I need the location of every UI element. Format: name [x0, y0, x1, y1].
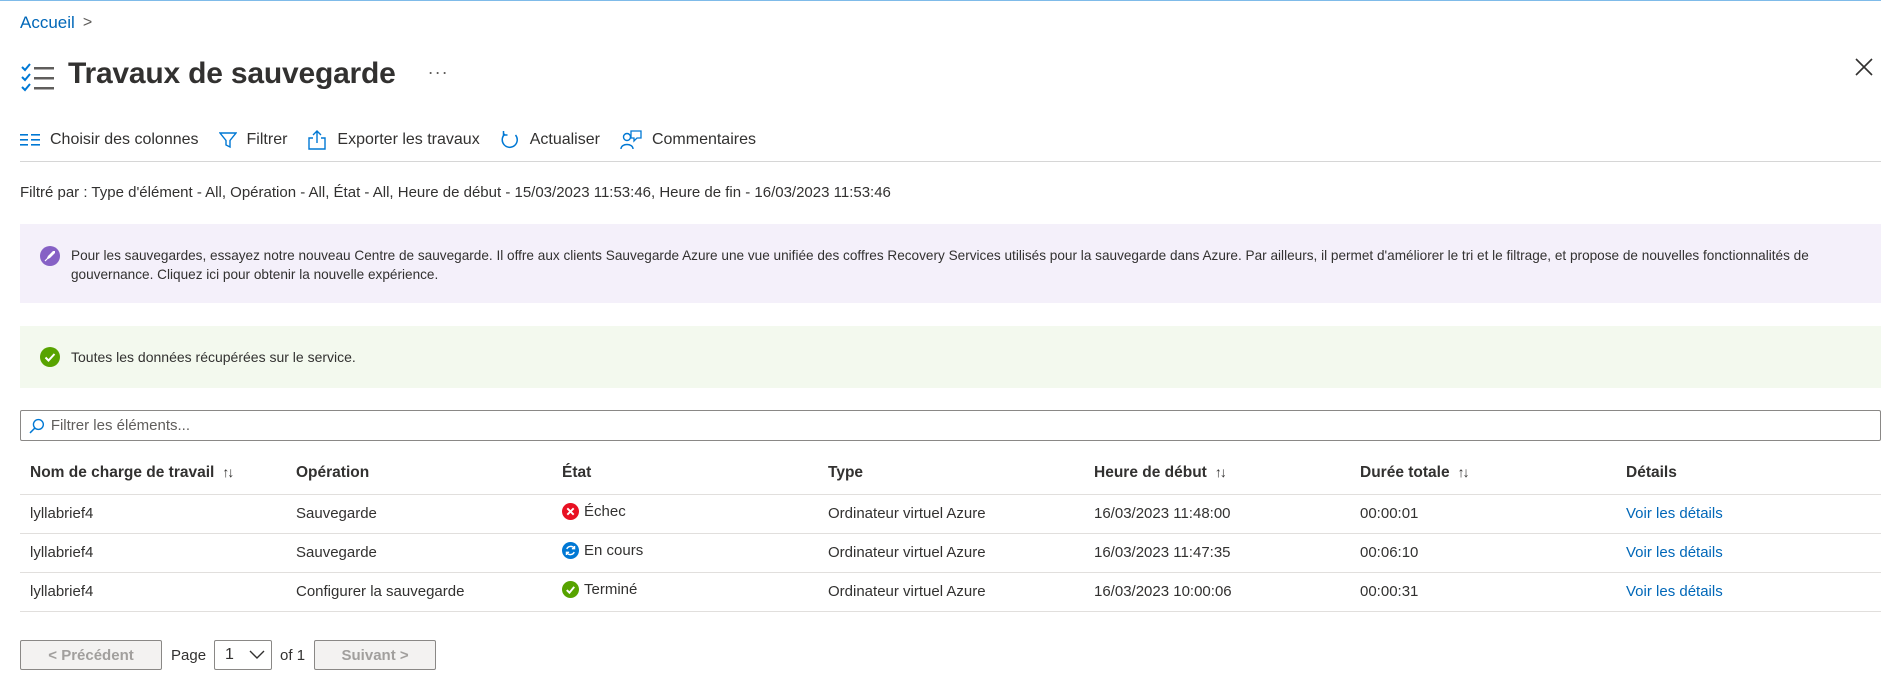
- table-row[interactable]: lyllabrief4 Configurer la sauvegarde Ter…: [20, 572, 1881, 612]
- status-banner: Toutes les données récupérées sur le ser…: [20, 326, 1881, 388]
- breadcrumb: Accueil >: [20, 13, 92, 33]
- columns-icon: [20, 134, 40, 146]
- operation-cell: Sauvegarde: [286, 494, 552, 534]
- close-icon: [1855, 58, 1873, 76]
- breadcrumb-separator: >: [82, 14, 93, 31]
- workload-cell: lyllabrief4: [20, 533, 286, 573]
- status-text: En cours: [584, 542, 644, 559]
- column-header-details: Détails: [1616, 452, 1881, 495]
- feedback-label: Commentaires: [651, 131, 756, 148]
- workload-cell: lyllabrief4: [20, 494, 286, 534]
- refresh-button[interactable]: Actualiser: [500, 130, 600, 150]
- sort-icon[interactable]: ↑↓: [1458, 464, 1470, 480]
- column-header-workload[interactable]: Nom de charge de travail ↑↓: [20, 452, 286, 495]
- filter-summary: Filtré par : Type d'élément - All, Opéra…: [20, 184, 891, 201]
- column-header-status: État: [552, 452, 818, 495]
- duration-cell: 00:00:31: [1350, 572, 1616, 612]
- column-header-start-time[interactable]: Heure de début ↑↓: [1084, 452, 1350, 495]
- page-select[interactable]: 1: [214, 640, 273, 670]
- status-banner-text: Toutes les données récupérées sur le ser…: [71, 349, 356, 365]
- operation-cell: Sauvegarde: [286, 533, 552, 573]
- filter-icon: [218, 132, 237, 149]
- start-time-cell: 16/03/2023 11:47:35: [1084, 533, 1350, 573]
- page-title: Travaux de sauvegarde: [68, 57, 396, 90]
- operation-cell: Configurer la sauvegarde: [286, 572, 552, 612]
- filter-button[interactable]: Filtrer: [218, 131, 288, 149]
- view-details-link[interactable]: Voir les détails: [1626, 583, 1723, 600]
- rocket-icon: [40, 246, 60, 266]
- column-header-type: Type: [818, 452, 1084, 495]
- top-accent-line: [0, 0, 1881, 1]
- status-text: Terminé: [584, 581, 638, 598]
- pagination: < Précédent Page 1 of 1 Suivant >: [20, 640, 437, 670]
- filter-items-input[interactable]: [50, 417, 1880, 434]
- filter-label: Filtrer: [246, 131, 288, 148]
- feedback-button[interactable]: Commentaires: [620, 130, 756, 150]
- details-cell: Voir les détails: [1616, 494, 1881, 534]
- status-cell: En cours: [552, 533, 818, 573]
- status-text: Échec: [584, 503, 626, 520]
- table-header-row: Nom de charge de travail ↑↓ Opération Éta…: [20, 452, 1881, 495]
- details-cell: Voir les détails: [1616, 572, 1881, 612]
- export-icon: [308, 130, 327, 150]
- workload-cell: lyllabrief4: [20, 572, 286, 612]
- column-header-operation: Opération: [286, 452, 552, 495]
- sort-icon[interactable]: ↑↓: [1215, 464, 1227, 480]
- close-button[interactable]: [1849, 52, 1879, 82]
- sort-icon[interactable]: ↑↓: [222, 464, 234, 480]
- choose-columns-button[interactable]: Choisir des colonnes: [20, 131, 199, 149]
- chevron-down-icon: [249, 650, 265, 659]
- view-details-link[interactable]: Voir les détails: [1626, 505, 1723, 522]
- duration-cell: 00:06:10: [1350, 533, 1616, 573]
- table-row[interactable]: lyllabrief4 Sauvegarde En cours Ordinate…: [20, 533, 1881, 573]
- type-cell: Ordinateur virtuel Azure: [818, 572, 1084, 612]
- next-page-button[interactable]: Suivant >: [314, 640, 437, 670]
- type-cell: Ordinateur virtuel Azure: [818, 533, 1084, 573]
- feedback-icon: [620, 130, 642, 150]
- status-cell: Terminé: [552, 572, 818, 612]
- current-page-value: 1: [225, 646, 234, 663]
- duration-cell: 00:00:01: [1350, 494, 1616, 534]
- details-cell: Voir les détails: [1616, 533, 1881, 573]
- page-count: of 1: [280, 646, 306, 664]
- filter-items-search[interactable]: [20, 410, 1881, 441]
- backup-center-banner-text: Pour les sauvegardes, essayez notre nouv…: [71, 248, 1809, 282]
- in-progress-icon: [562, 542, 579, 559]
- command-bar: Choisir des colonnes Filtrer Exporter le…: [20, 124, 776, 156]
- more-options-button[interactable]: ···: [428, 62, 449, 83]
- success-check-icon: [40, 347, 60, 367]
- table-row[interactable]: lyllabrief4 Sauvegarde Échec Ordinateur …: [20, 494, 1881, 534]
- choose-columns-label: Choisir des colonnes: [50, 131, 199, 148]
- success-icon: [562, 581, 579, 598]
- jobs-table: Nom de charge de travail ↑↓ Opération Éta…: [20, 452, 1881, 612]
- status-cell: Échec: [552, 494, 818, 534]
- start-time-cell: 16/03/2023 10:00:06: [1084, 572, 1350, 612]
- column-header-duration[interactable]: Durée totale ↑↓: [1350, 452, 1616, 495]
- refresh-label: Actualiser: [529, 131, 600, 148]
- page-label: Page: [171, 646, 207, 664]
- page-header: Travaux de sauvegarde ···: [20, 48, 449, 100]
- view-details-link[interactable]: Voir les détails: [1626, 544, 1723, 561]
- refresh-icon: [501, 131, 518, 149]
- error-icon: [562, 503, 579, 520]
- toolbar-divider: [20, 161, 1881, 162]
- export-jobs-button[interactable]: Exporter les travaux: [307, 130, 480, 150]
- export-jobs-label: Exporter les travaux: [337, 131, 480, 148]
- task-list-icon: [20, 60, 56, 100]
- type-cell: Ordinateur virtuel Azure: [818, 494, 1084, 534]
- backup-center-banner[interactable]: Pour les sauvegardes, essayez notre nouv…: [20, 224, 1881, 303]
- start-time-cell: 16/03/2023 11:48:00: [1084, 494, 1350, 534]
- previous-page-button[interactable]: < Précédent: [20, 640, 162, 670]
- search-icon: [29, 418, 45, 433]
- breadcrumb-home-link[interactable]: Accueil: [20, 13, 75, 33]
